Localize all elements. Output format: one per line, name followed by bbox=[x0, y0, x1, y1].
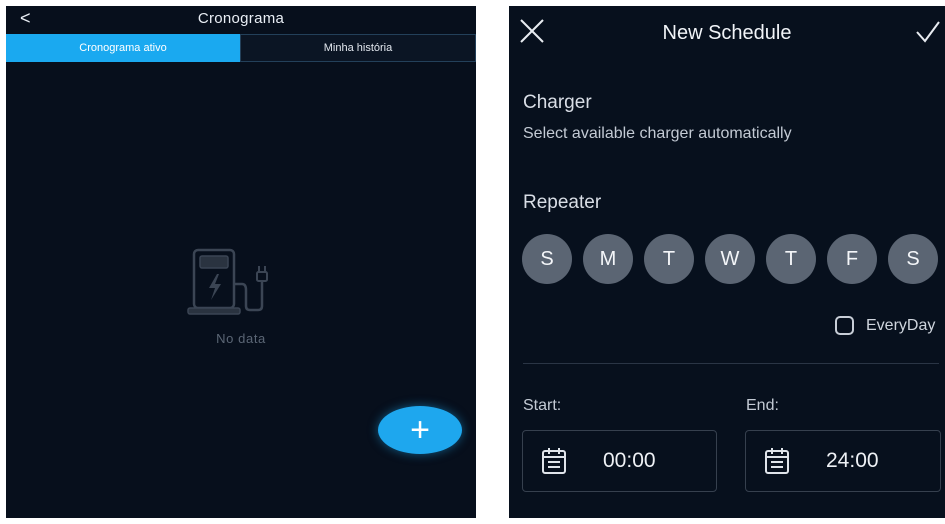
calendar-icon bbox=[765, 448, 789, 474]
day-wednesday-button[interactable]: W bbox=[705, 234, 755, 284]
charger-label: Charger bbox=[523, 92, 592, 113]
everyday-checkbox[interactable] bbox=[835, 316, 854, 335]
day-thursday-button[interactable]: T bbox=[766, 234, 816, 284]
weekday-selector: S M T W T F S bbox=[522, 234, 938, 284]
day-tuesday-button[interactable]: T bbox=[644, 234, 694, 284]
start-time-value: 00:00 bbox=[603, 449, 656, 472]
day-saturday-button[interactable]: S bbox=[888, 234, 938, 284]
charger-select[interactable]: Select available charger automatically bbox=[523, 125, 792, 143]
day-sunday-button[interactable]: S bbox=[522, 234, 572, 284]
calendar-icon bbox=[542, 448, 566, 474]
add-schedule-button[interactable]: + bbox=[378, 406, 462, 454]
start-label: Start: bbox=[523, 397, 562, 414]
tab-active-schedule[interactable]: Cronograma ativo bbox=[6, 34, 240, 62]
day-monday-button[interactable]: M bbox=[583, 234, 633, 284]
tab-my-history[interactable]: Minha história bbox=[240, 34, 476, 62]
day-friday-button[interactable]: F bbox=[827, 234, 877, 284]
plus-icon: + bbox=[410, 411, 430, 449]
end-time-value: 24:00 bbox=[826, 449, 879, 472]
check-icon[interactable] bbox=[915, 20, 941, 44]
header: < Cronograma bbox=[6, 6, 476, 34]
start-time-field[interactable]: 00:00 bbox=[522, 430, 717, 492]
page-title: Cronograma bbox=[197, 10, 285, 27]
everyday-label: EveryDay bbox=[866, 316, 936, 334]
end-label: End: bbox=[746, 397, 779, 414]
schedule-list-screen: < Cronograma Cronograma ativo Minha hist… bbox=[6, 6, 476, 518]
new-schedule-screen: New Schedule Charger Select available ch… bbox=[509, 6, 945, 518]
empty-state-text: No data bbox=[216, 331, 266, 346]
divider bbox=[523, 363, 939, 364]
end-time-field[interactable]: 24:00 bbox=[745, 430, 941, 492]
everyday-toggle[interactable]: EveryDay bbox=[835, 316, 935, 335]
tab-bar: Cronograma ativo Minha história bbox=[6, 34, 476, 62]
repeater-label: Repeater bbox=[523, 192, 602, 213]
page-title: New Schedule bbox=[662, 22, 792, 44]
charger-empty-icon bbox=[187, 248, 268, 315]
